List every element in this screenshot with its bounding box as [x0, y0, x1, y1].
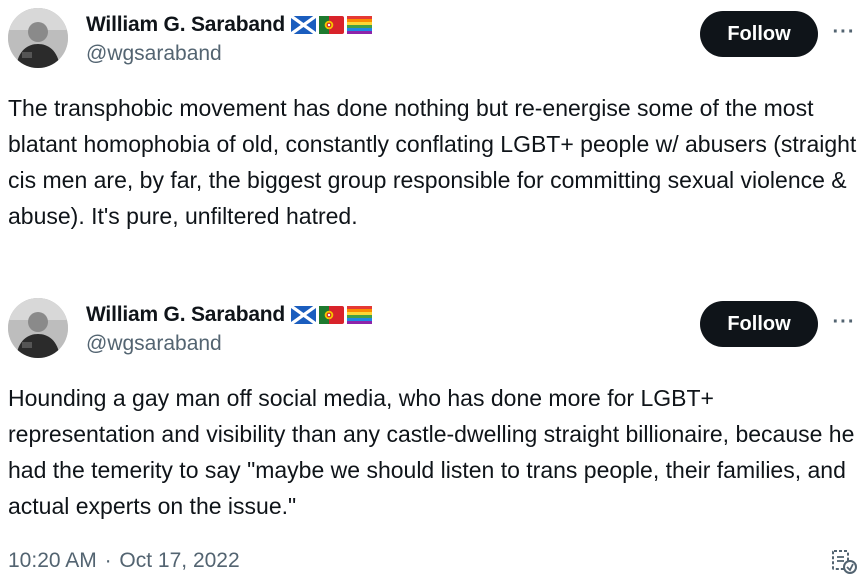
- tweet-text: Hounding a gay man off social media, who…: [8, 385, 855, 519]
- name-row: William G. Saraband: [86, 10, 373, 40]
- timestamp-time[interactable]: 10:20 AM: [8, 549, 97, 572]
- flag-emojis: [291, 16, 373, 34]
- translate-icon[interactable]: [830, 548, 858, 576]
- timestamp-date[interactable]: Oct 17, 2022: [119, 549, 239, 572]
- name-row: William G. Saraband: [86, 300, 373, 330]
- rainbow-flag-icon: [347, 306, 373, 324]
- tweet-text: The transphobic movement has done nothin…: [8, 95, 857, 229]
- user-handle[interactable]: @wgsaraband: [86, 332, 222, 356]
- avatar[interactable]: [8, 8, 68, 68]
- user-handle[interactable]: @wgsaraband: [86, 42, 222, 66]
- scotland-flag-icon: [291, 306, 317, 324]
- scotland-flag-icon: [291, 16, 317, 34]
- flag-emojis: [291, 306, 373, 324]
- more-options-icon[interactable]: ···: [828, 16, 860, 48]
- follow-button[interactable]: Follow: [700, 11, 818, 57]
- rainbow-flag-icon: [347, 16, 373, 34]
- timestamp-separator: ·: [104, 549, 112, 572]
- more-options-icon[interactable]: ···: [828, 306, 860, 338]
- tweet-timestamp[interactable]: 10:20 AM · Oct 17, 2022: [8, 549, 240, 573]
- avatar[interactable]: [8, 298, 68, 358]
- portugal-flag-icon: [319, 16, 345, 34]
- display-name[interactable]: William G. Saraband: [86, 303, 285, 327]
- follow-button[interactable]: Follow: [700, 301, 818, 347]
- portugal-flag-icon: [319, 306, 345, 324]
- display-name[interactable]: William G. Saraband: [86, 13, 285, 37]
